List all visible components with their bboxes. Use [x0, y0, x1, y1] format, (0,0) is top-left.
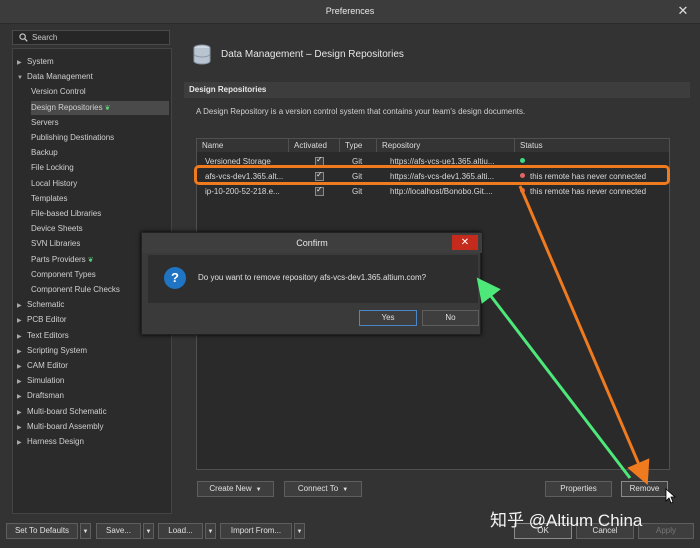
watermark: 知乎 @Altium China — [490, 511, 643, 530]
mouse-cursor-icon — [665, 488, 676, 504]
green-arrow — [476, 277, 632, 479]
orange-arrow — [518, 185, 650, 486]
annotation-arrows — [476, 185, 650, 486]
